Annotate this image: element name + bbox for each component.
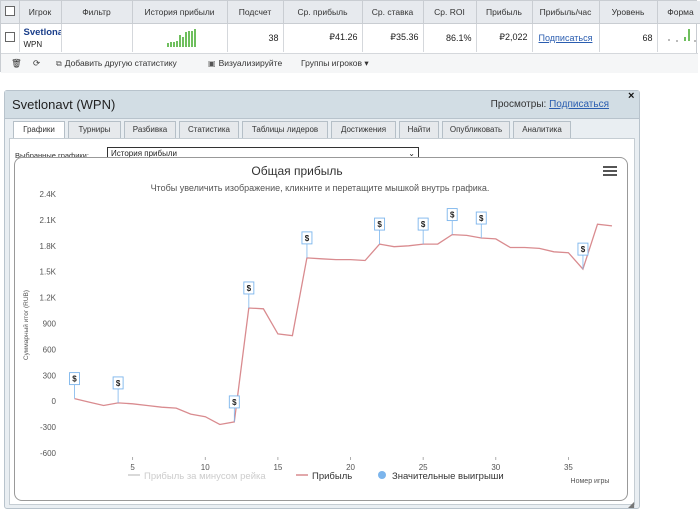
chart-title: Общая прибыль xyxy=(251,164,342,178)
y-tick-label: 300 xyxy=(43,371,57,380)
profit-series-line xyxy=(74,223,613,426)
chart-legend: Прибыль за минусом рейка Прибыль Значитель… xyxy=(128,471,504,482)
big-win-label: $ xyxy=(247,284,252,293)
y-tick-label: -600 xyxy=(40,449,57,458)
chart-subtitle: Чтобы увеличить изображение, кликните и … xyxy=(151,183,490,193)
resize-grip-icon[interactable]: ◢ xyxy=(628,500,634,509)
big-win-label: $ xyxy=(116,379,121,388)
big-win-label: $ xyxy=(581,245,586,254)
big-win-markers: $ $ $ $ $ $ $ $ $ $ xyxy=(69,208,589,422)
big-win-label: $ xyxy=(232,398,237,407)
big-win-label: $ xyxy=(305,234,310,243)
x-tick-label: 15 xyxy=(273,463,282,472)
y-axis-label: Суммарный итог (RUB) xyxy=(22,290,30,360)
y-tick-label: 2.1K xyxy=(40,216,57,225)
y-tick-label: 1.5K xyxy=(40,268,57,277)
big-win-label: $ xyxy=(377,220,382,229)
big-win-label: $ xyxy=(479,214,484,223)
y-tick-label: 1.2K xyxy=(40,294,57,303)
legend-item-label: Значительные выигрыши xyxy=(392,471,504,482)
x-axis-ticks: 5 10 15 20 25 30 35 xyxy=(130,457,573,472)
big-win-label: $ xyxy=(421,220,426,229)
big-win-label: $ xyxy=(450,211,455,220)
series-layer xyxy=(74,223,613,426)
chart-menu-icon[interactable] xyxy=(603,166,617,178)
y-tick-label: -300 xyxy=(40,423,57,432)
y-tick-label: 600 xyxy=(43,345,57,354)
profit-chart[interactable]: Общая прибыль Чтобы увеличить изображени… xyxy=(0,0,700,513)
y-tick-label: 2.4K xyxy=(40,190,57,199)
x-axis-label: Номер игры xyxy=(571,478,610,485)
y-tick-label: 0 xyxy=(52,397,57,406)
x-tick-label: 35 xyxy=(564,463,573,472)
y-axis-ticks: 2.4K 2.1K 1.8K 1.5K 1.2K 900 600 300 0 -300 -600 xyxy=(40,190,57,458)
y-tick-label: 1.8K xyxy=(40,242,57,251)
legend-item-label: Прибыль за минусом рейка xyxy=(144,471,266,482)
big-win-label: $ xyxy=(72,375,77,384)
x-tick-label: 5 xyxy=(130,463,135,472)
legend-marker xyxy=(378,471,386,479)
legend-item-label: Прибыль xyxy=(312,471,352,482)
y-tick-label: 900 xyxy=(43,320,57,329)
